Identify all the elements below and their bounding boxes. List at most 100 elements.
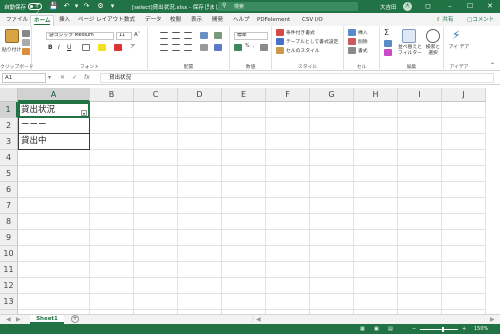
tab-insert[interactable]: 挿入 — [59, 15, 70, 26]
cell-g4[interactable] — [310, 150, 354, 166]
cell-g2[interactable] — [310, 118, 354, 134]
merge-center-icon[interactable] — [214, 44, 222, 51]
tab-pdfelement[interactable]: PDFelement — [257, 15, 290, 26]
cell-b9[interactable] — [90, 230, 134, 246]
row-header-3[interactable]: 3 — [0, 134, 18, 150]
cut-icon[interactable] — [22, 30, 30, 37]
cell-a4[interactable] — [18, 150, 90, 166]
document-title-caret[interactable]: ∨ — [206, 3, 210, 9]
cell-e8[interactable] — [222, 214, 266, 230]
cell-g9[interactable] — [310, 230, 354, 246]
font-size-select[interactable]: 11 — [116, 32, 132, 40]
cell-a9[interactable] — [18, 230, 90, 246]
add-sheet-button[interactable]: + — [71, 315, 79, 323]
wrap-text-icon[interactable] — [214, 32, 222, 39]
cell-a13[interactable] — [18, 294, 90, 310]
cell-a12[interactable] — [18, 278, 90, 294]
cell-h11[interactable] — [354, 262, 398, 278]
number-format-select[interactable]: 標準 — [234, 32, 268, 40]
zoom-slider[interactable] — [420, 329, 458, 330]
bold-button[interactable]: B — [48, 44, 53, 51]
cell-h6[interactable] — [354, 182, 398, 198]
cell-g1[interactable] — [310, 102, 354, 118]
cell-j2[interactable] — [442, 118, 486, 134]
cell-j11[interactable] — [442, 262, 486, 278]
row-header-10[interactable]: 10 — [0, 246, 18, 262]
cell-g6[interactable] — [310, 182, 354, 198]
row-header-11[interactable]: 11 — [0, 262, 18, 278]
cell-b1[interactable] — [90, 102, 134, 118]
cell-a3[interactable]: 貸出中 — [18, 134, 90, 150]
undo-dropdown-icon[interactable]: ▾ — [72, 2, 81, 11]
percent-button[interactable]: % — [245, 44, 250, 49]
cell-h10[interactable] — [354, 246, 398, 262]
row-header-5[interactable]: 5 — [0, 166, 18, 182]
cell-f8[interactable] — [266, 214, 310, 230]
format-painter-icon[interactable] — [22, 48, 30, 55]
undo-icon[interactable]: ↶ — [62, 2, 71, 11]
column-header-d[interactable]: D — [178, 88, 222, 102]
cell-d10[interactable] — [178, 246, 222, 262]
cell-a2[interactable]: ーーー — [18, 118, 90, 134]
align-right-icon[interactable] — [184, 44, 192, 51]
cell-h7[interactable] — [354, 198, 398, 214]
decimal-icon[interactable] — [260, 44, 268, 51]
insert-function-icon[interactable]: fx — [84, 74, 90, 81]
zoom-out-button[interactable]: − — [412, 326, 416, 332]
cell-i5[interactable] — [398, 166, 442, 182]
cell-g5[interactable] — [310, 166, 354, 182]
search-box[interactable]: ⚲ 検索 — [218, 2, 358, 11]
tab-home[interactable]: ホーム — [30, 15, 55, 26]
cell-g8[interactable] — [310, 214, 354, 230]
cell-i9[interactable] — [398, 230, 442, 246]
align-left-icon[interactable] — [160, 44, 168, 51]
cell-e4[interactable] — [222, 150, 266, 166]
cell-c9[interactable] — [134, 230, 178, 246]
cell-h9[interactable] — [354, 230, 398, 246]
tab-page-layout[interactable]: ページ レイアウト — [78, 15, 124, 26]
ideas-icon[interactable]: ⚡ — [452, 28, 460, 42]
cell-c8[interactable] — [134, 214, 178, 230]
hscroll-right-icon[interactable]: ▶ — [490, 316, 495, 323]
cell-g12[interactable] — [310, 278, 354, 294]
cell-d3[interactable] — [178, 134, 222, 150]
find-select-icon[interactable] — [426, 29, 440, 43]
cell-g13[interactable] — [310, 294, 354, 310]
next-sheet-icon[interactable]: ▶ — [16, 316, 21, 323]
cell-j4[interactable] — [442, 150, 486, 166]
cell-e9[interactable] — [222, 230, 266, 246]
row-header-7[interactable]: 7 — [0, 198, 18, 214]
cell-e2[interactable] — [222, 118, 266, 134]
align-top-icon[interactable] — [160, 32, 168, 39]
cell-h13[interactable] — [354, 294, 398, 310]
align-bottom-icon[interactable] — [184, 32, 192, 39]
cell-d5[interactable] — [178, 166, 222, 182]
spreadsheet-grid[interactable]: ABCDEFGHIJ1貸出状況2ーーー3貸出中4567891011121314▾ — [0, 88, 500, 314]
cell-c13[interactable] — [134, 294, 178, 310]
cell-d12[interactable] — [178, 278, 222, 294]
font-color-icon[interactable] — [114, 44, 122, 51]
cell-d1[interactable] — [178, 102, 222, 118]
cell-c5[interactable] — [134, 166, 178, 182]
cell-h5[interactable] — [354, 166, 398, 182]
column-header-f[interactable]: F — [266, 88, 310, 102]
minimize-icon[interactable]: – — [444, 1, 456, 12]
phonetic-icon[interactable]: ア — [130, 43, 135, 50]
italic-button[interactable]: I — [58, 44, 60, 51]
cell-e1[interactable] — [222, 102, 266, 118]
insert-cells-icon[interactable] — [348, 29, 356, 36]
indent-icon[interactable] — [200, 44, 208, 51]
cell-d13[interactable] — [178, 294, 222, 310]
cell-c10[interactable] — [134, 246, 178, 262]
insert-cells-button[interactable]: 挿入 — [358, 29, 368, 36]
cell-f3[interactable] — [266, 134, 310, 150]
format-table-icon[interactable] — [276, 38, 284, 45]
cell-i3[interactable] — [398, 134, 442, 150]
comment-button[interactable]: ▢コメント — [467, 15, 494, 23]
formula-input[interactable]: 貸出状況 — [100, 73, 494, 83]
cell-a11[interactable] — [18, 262, 90, 278]
tab-data[interactable]: データ — [145, 15, 162, 26]
cell-d4[interactable] — [178, 150, 222, 166]
column-header-i[interactable]: I — [398, 88, 442, 102]
hscroll-left-icon[interactable]: ◀ — [256, 316, 261, 323]
